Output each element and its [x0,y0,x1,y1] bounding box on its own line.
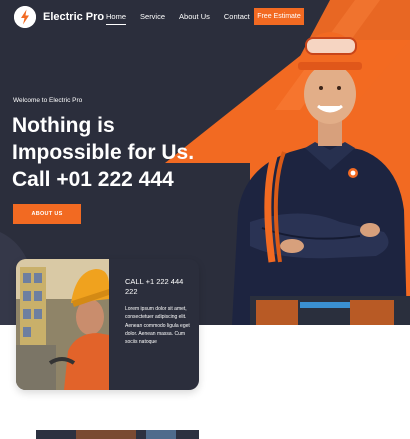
logo[interactable]: Electric Pro [14,6,104,28]
welcome-text: Welcome to Electric Pro [13,97,83,104]
nav-item-contact[interactable]: Contact [224,12,250,25]
nav-item-about-us[interactable]: About Us [179,12,210,25]
lightning-bolt-icon [14,6,36,28]
brand-name: Electric Pro [43,11,105,23]
card-call-title: CALL +1 222 444 222 [125,277,184,296]
nav-item-service[interactable]: Service [140,12,165,25]
contact-card: CALL +1 222 444 222 Lorem ipsum dolor si… [16,259,199,390]
main-nav: Home Service About Us Contact [106,12,264,25]
about-us-button[interactable]: ABOUT US [13,204,81,224]
card-description: Lorem ipsum dolor sit amet, consectetuer… [125,306,190,346]
headline-line-2: Impossible for Us. [12,141,195,164]
hero-headline: Nothing is Impossible for Us. Call +01 2… [12,112,242,193]
next-section-image [36,430,199,439]
headline-line-1: Nothing is [12,114,115,137]
headline-line-3: Call +01 222 444 [12,168,174,191]
free-estimate-button[interactable]: Free Estimate [254,8,304,25]
nav-item-home[interactable]: Home [106,12,127,25]
card-photo [16,259,109,390]
